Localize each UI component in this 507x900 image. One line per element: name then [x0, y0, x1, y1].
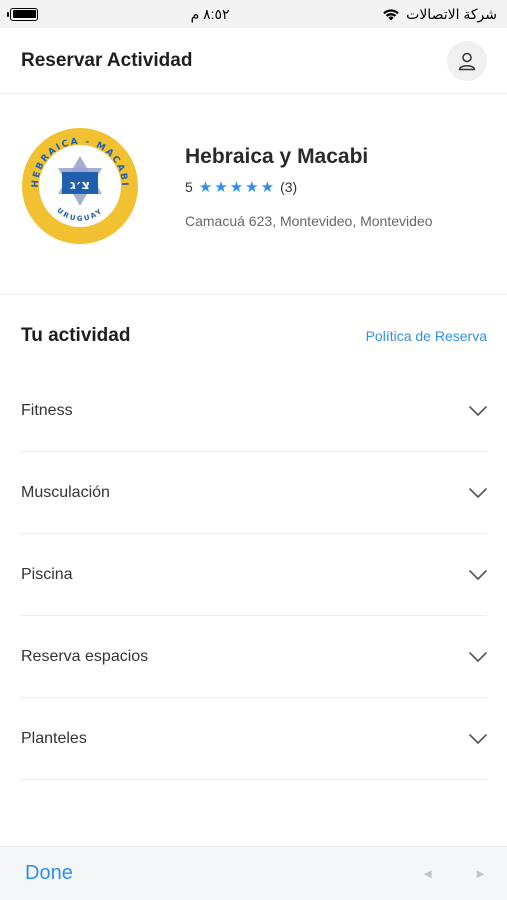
chevron-down-icon — [469, 569, 487, 580]
carrier-name: شركة الاتصالات — [406, 5, 497, 22]
chevron-down-icon — [469, 733, 487, 744]
svg-text:צ׳ג: צ׳ג — [70, 178, 90, 193]
done-button[interactable]: Done — [25, 862, 73, 885]
wifi-icon — [382, 8, 400, 21]
chevron-down-icon — [469, 405, 487, 416]
club-rating: 5 ★ ★ ★ ★ ★ (3) — [185, 179, 297, 195]
star-icon: ★ — [229, 178, 244, 196]
app-header: Reservar Actividad — [0, 28, 507, 94]
nav-arrows: ◄ ► — [421, 866, 487, 881]
club-name: Hebraica y Macabi — [185, 145, 369, 168]
activity-item[interactable]: Musculación — [20, 452, 487, 534]
club-logo: HEBRAICA - MACABI URUGUAY צ׳ג — [22, 128, 138, 244]
profile-button[interactable] — [447, 40, 487, 81]
activity-item-label: Fitness — [21, 401, 73, 419]
activity-item-label: Musculación — [21, 483, 110, 501]
activity-item[interactable]: Planteles — [20, 698, 487, 780]
next-arrow-icon[interactable]: ► — [474, 866, 487, 881]
activity-item[interactable]: Piscina — [20, 534, 487, 616]
activity-header: Tu actividad Política de Reserva — [21, 325, 487, 347]
activity-item-label: Reserva espacios — [21, 647, 149, 665]
activity-title: Tu actividad — [21, 325, 131, 346]
keyboard-toolbar: Done ◄ ► — [0, 846, 507, 900]
chevron-down-icon — [469, 651, 487, 662]
club-address: Camacuá 623, Montevideo, Montevideo — [185, 213, 433, 229]
activity-item-label: Piscina — [21, 565, 73, 583]
user-icon — [458, 52, 476, 70]
status-time: ٨:٥٢ م — [190, 5, 230, 22]
rating-score: 5 — [185, 179, 193, 195]
activity-item[interactable]: Reserva espacios — [20, 616, 487, 698]
star-icon: ★ — [245, 178, 259, 196]
previous-arrow-icon[interactable]: ◄ — [421, 866, 434, 881]
activity-item-label: Planteles — [21, 729, 87, 747]
activity-item[interactable]: Fitness — [20, 370, 487, 452]
star-icon: ★ — [260, 178, 275, 196]
battery-icon — [7, 7, 38, 21]
rating-stars: ★ ★ ★ ★ ★ — [199, 180, 274, 195]
booking-policy-link[interactable]: Política de Reserva — [366, 328, 487, 344]
status-right: شركة الاتصالات — [382, 6, 497, 23]
page-title: Reservar Actividad — [21, 49, 193, 71]
star-icon: ★ — [214, 178, 228, 196]
review-count: (3) — [280, 179, 298, 195]
chevron-down-icon — [469, 487, 487, 498]
club-card: HEBRAICA - MACABI URUGUAY צ׳ג Hebraica y… — [0, 95, 507, 295]
star-icon: ★ — [198, 178, 213, 196]
status-bar: ٨:٥٢ م شركة الاتصالات — [0, 0, 507, 28]
activity-list: Fitness Musculación Piscina Reserva espacio… — [20, 370, 487, 780]
